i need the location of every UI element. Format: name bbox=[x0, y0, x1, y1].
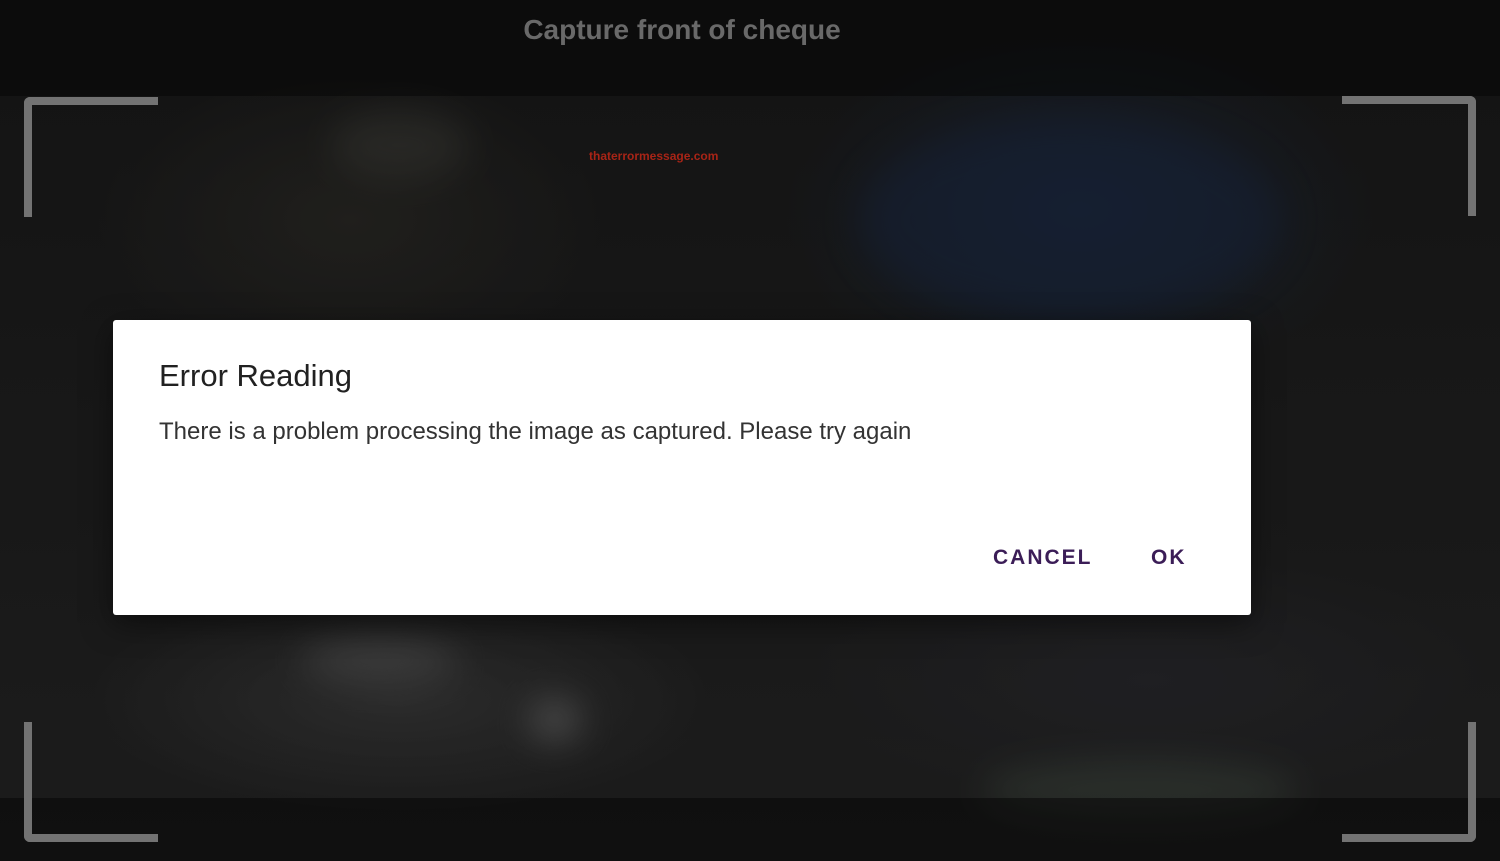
camera-capture-screen: Capture front of cheque thaterrormessage… bbox=[0, 0, 1500, 861]
ok-button[interactable]: OK bbox=[1143, 542, 1195, 574]
error-dialog: Error Reading There is a problem process… bbox=[113, 320, 1251, 615]
dialog-message: There is a problem processing the image … bbox=[159, 418, 912, 445]
cancel-button[interactable]: CANCEL bbox=[985, 542, 1101, 574]
dialog-title: Error Reading bbox=[159, 358, 352, 393]
